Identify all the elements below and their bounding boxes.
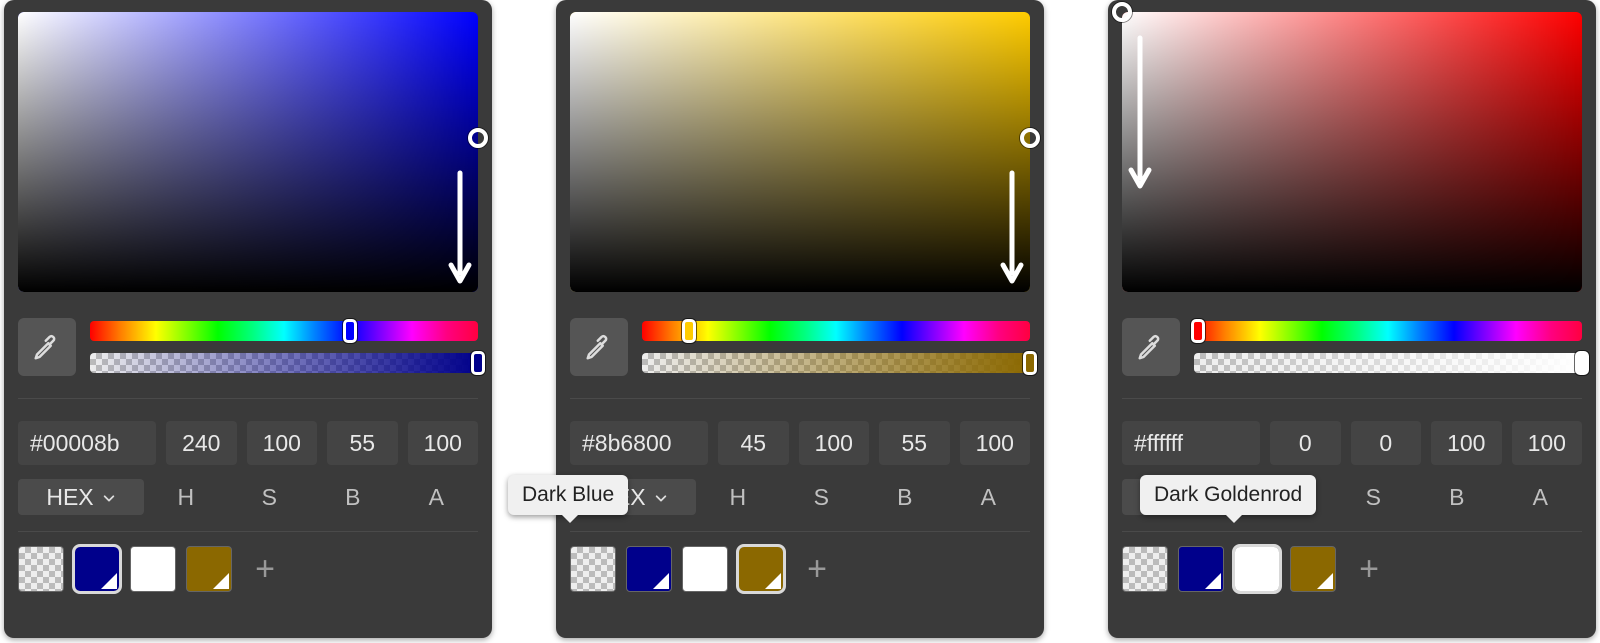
alpha-slider-handle[interactable] — [1023, 351, 1037, 375]
saturation-brightness-canvas[interactable] — [18, 12, 478, 292]
color-mode-label: HEX — [46, 484, 93, 511]
h-input[interactable]: 0 — [1270, 421, 1341, 465]
channel-label-a: A — [395, 479, 479, 515]
b-input[interactable]: 55 — [327, 421, 398, 465]
eyedropper-button[interactable] — [18, 318, 76, 376]
color-picker-panel: #8b68004510055100HEXHSBADark Goldenrod+ — [556, 0, 1044, 638]
alpha-slider-handle[interactable] — [1575, 351, 1589, 375]
s-input[interactable]: 0 — [1351, 421, 1422, 465]
hex-input[interactable]: #00008b — [18, 421, 156, 465]
hue-slider[interactable] — [90, 321, 478, 341]
hex-input[interactable]: #ffffff — [1122, 421, 1260, 465]
swatch-tooltip: Dark Blue — [508, 475, 628, 515]
hue-slider-handle[interactable] — [1191, 319, 1205, 343]
hue-slider-handle[interactable] — [343, 319, 357, 343]
channel-label-b: B — [1415, 479, 1499, 515]
color-mode-dropdown[interactable]: HEX — [18, 479, 144, 515]
alpha-slider[interactable] — [642, 353, 1030, 373]
saturation-brightness-canvas[interactable] — [1122, 12, 1582, 292]
channel-label-b: B — [863, 479, 947, 515]
swatch[interactable] — [1234, 546, 1280, 592]
swatch[interactable] — [1178, 546, 1224, 592]
channel-label-s: S — [228, 479, 312, 515]
swatches-row: + — [570, 546, 1030, 592]
swatch[interactable] — [130, 546, 176, 592]
color-picker-panel: #ffffff00100100HEXHSBAWhite+ — [1108, 0, 1596, 638]
saturation-brightness-canvas[interactable] — [570, 12, 1030, 292]
swatches-row: + — [1122, 546, 1582, 592]
alpha-slider[interactable] — [90, 353, 478, 373]
eyedropper-button[interactable] — [570, 318, 628, 376]
add-swatch-button[interactable]: + — [1346, 546, 1392, 592]
swatch[interactable] — [626, 546, 672, 592]
swatches-row: + — [18, 546, 478, 592]
swatch[interactable] — [1122, 546, 1168, 592]
swatch[interactable] — [186, 546, 232, 592]
channel-label-s: S — [1332, 479, 1416, 515]
channel-label-b: B — [311, 479, 395, 515]
channel-label-h: H — [696, 479, 780, 515]
hue-slider-handle[interactable] — [682, 319, 696, 343]
swatch[interactable] — [570, 546, 616, 592]
add-swatch-button[interactable]: + — [242, 546, 288, 592]
channel-label-a: A — [947, 479, 1031, 515]
b-input[interactable]: 100 — [1431, 421, 1502, 465]
add-swatch-button[interactable]: + — [794, 546, 840, 592]
channel-label-a: A — [1499, 479, 1583, 515]
swatch[interactable] — [682, 546, 728, 592]
b-input[interactable]: 55 — [879, 421, 950, 465]
eyedropper-button[interactable] — [1122, 318, 1180, 376]
a-input[interactable]: 100 — [408, 421, 479, 465]
color-picker-panel: #00008b24010055100HEXHSBADark Blue+ — [4, 0, 492, 638]
hue-slider[interactable] — [1194, 321, 1582, 341]
a-input[interactable]: 100 — [960, 421, 1031, 465]
chevron-down-icon — [654, 484, 668, 511]
alpha-slider-handle[interactable] — [471, 351, 485, 375]
channel-label-h: H — [144, 479, 228, 515]
alpha-slider[interactable] — [1194, 353, 1582, 373]
s-input[interactable]: 100 — [799, 421, 870, 465]
hex-input[interactable]: #8b6800 — [570, 421, 708, 465]
hue-slider[interactable] — [642, 321, 1030, 341]
swatch[interactable] — [1290, 546, 1336, 592]
swatch[interactable] — [18, 546, 64, 592]
a-input[interactable]: 100 — [1512, 421, 1583, 465]
swatch[interactable] — [74, 546, 120, 592]
channel-label-s: S — [780, 479, 864, 515]
swatch[interactable] — [738, 546, 784, 592]
swatch-tooltip: Dark Goldenrod — [1140, 475, 1316, 515]
h-input[interactable]: 240 — [166, 421, 237, 465]
h-input[interactable]: 45 — [718, 421, 789, 465]
chevron-down-icon — [102, 484, 116, 511]
s-input[interactable]: 100 — [247, 421, 318, 465]
